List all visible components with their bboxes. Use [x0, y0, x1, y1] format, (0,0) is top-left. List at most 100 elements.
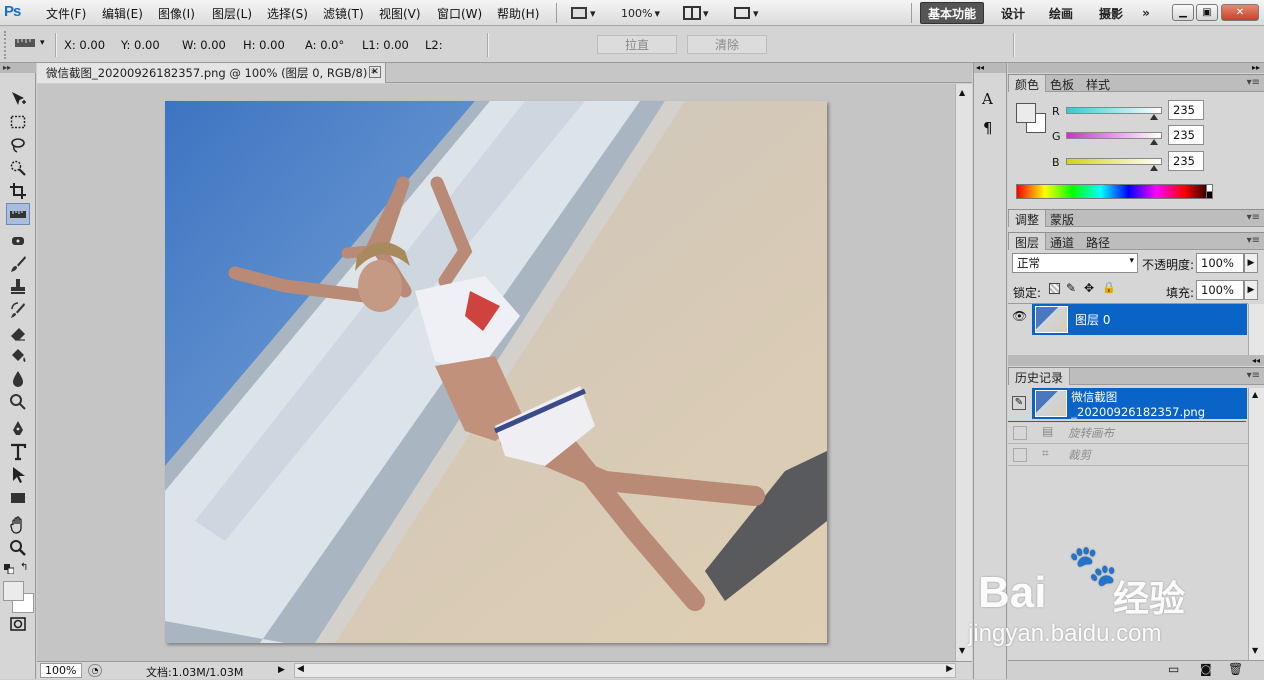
more-workspaces-button[interactable]: » [1136, 2, 1156, 24]
marquee-tool[interactable] [6, 111, 30, 133]
document-canvas[interactable] [165, 101, 827, 643]
scroll-right-icon[interactable]: ▶ [946, 664, 953, 674]
channel-value-input[interactable]: 235 [1168, 125, 1204, 145]
default-colors-button[interactable] [4, 563, 15, 575]
adjust-panel-menu-icon[interactable]: ▾≡ [1247, 212, 1260, 223]
lock-transparency-icon[interactable] [1049, 283, 1060, 294]
document-tab[interactable]: 微信截图_20200926182357.png @ 100% (图层 0, RG… [37, 63, 386, 83]
scroll-down-icon[interactable]: ▼ [959, 646, 965, 655]
lock-all-icon[interactable]: 🔒 [1102, 281, 1116, 294]
close-button[interactable]: ✕ [1221, 4, 1259, 21]
view-extras-button[interactable]: ▾ [683, 4, 709, 22]
tab-paths[interactable]: 路径 [1080, 233, 1116, 250]
color-panel-menu-icon[interactable]: ▾≡ [1247, 77, 1260, 88]
swap-colors-button[interactable]: ↰ [20, 563, 32, 573]
history-brush-tool[interactable] [6, 299, 30, 321]
ruler-tool[interactable] [6, 203, 30, 225]
tab-color[interactable]: 颜色 [1008, 75, 1047, 92]
tab-history[interactable]: 历史记录 [1008, 368, 1071, 385]
trash-icon[interactable]: 🗑 [1228, 662, 1243, 676]
move-tool[interactable] [6, 88, 30, 110]
menu-help[interactable]: 帮助(H) [497, 5, 539, 22]
workspace-photography[interactable]: 摄影 [1094, 2, 1128, 24]
canvas-area[interactable] [37, 84, 955, 661]
brush-tool[interactable] [6, 253, 30, 275]
menu-file[interactable]: 文件(F) [46, 5, 86, 22]
scroll-up-icon[interactable]: ▲ [959, 88, 965, 97]
history-brush-source-icon[interactable]: ✎ [1012, 396, 1026, 410]
channel-slider-track[interactable] [1066, 107, 1162, 114]
menu-layer[interactable]: 图层(L) [212, 5, 252, 22]
shape-tool[interactable] [6, 487, 30, 509]
lasso-tool[interactable] [6, 134, 30, 156]
clear-button[interactable]: 清除 [687, 35, 767, 54]
blend-mode-select[interactable]: 正常 ▾ [1012, 253, 1138, 273]
black-white-swatch[interactable] [1206, 184, 1213, 199]
maximize-button[interactable]: ▣ [1196, 4, 1218, 21]
opacity-input[interactable]: 100% [1196, 253, 1244, 273]
history-step-row[interactable]: ▤ 旋转画布 [1008, 422, 1248, 444]
quick-mask-button[interactable] [6, 613, 30, 635]
channel-slider-track[interactable] [1066, 132, 1162, 139]
menu-edit[interactable]: 编辑(E) [102, 5, 143, 22]
tools-collapse-button[interactable]: ▸▸ [0, 63, 36, 73]
color-spectrum-bar[interactable] [1016, 184, 1213, 199]
workspace-painting[interactable]: 绘画 [1044, 2, 1078, 24]
straighten-button[interactable]: 拉直 [597, 35, 677, 54]
paragraph-panel-icon[interactable]: ¶ [983, 119, 993, 137]
eraser-tool[interactable] [6, 322, 30, 344]
channel-slider-thumb[interactable] [1150, 114, 1159, 120]
scroll-up-icon[interactable]: ▲ [1252, 390, 1258, 399]
menu-window[interactable]: 窗口(W) [437, 5, 482, 22]
scroll-down-icon[interactable]: ▼ [1252, 646, 1258, 655]
menu-filter[interactable]: 滤镜(T) [323, 5, 364, 22]
type-tool[interactable] [6, 441, 30, 463]
tab-layers[interactable]: 图层 [1008, 233, 1047, 250]
tab-adjustments[interactable]: 调整 [1008, 210, 1047, 227]
layers-panel-menu-icon[interactable]: ▾≡ [1247, 235, 1260, 246]
lock-pixels-icon[interactable]: ✎ [1066, 281, 1076, 295]
arrange-documents-button[interactable]: ▾ [570, 4, 596, 22]
close-document-icon[interactable]: ✕ [369, 66, 381, 78]
menu-select[interactable]: 选择(S) [267, 5, 308, 22]
dodge-tool[interactable] [6, 391, 30, 413]
tool-preset-picker[interactable]: ▾ [14, 36, 45, 50]
menu-image[interactable]: 图像(I) [158, 5, 195, 22]
tab-swatches[interactable]: 色板 [1044, 75, 1080, 92]
horizontal-scrollbar[interactable]: ◀ ▶ [294, 663, 956, 678]
pen-tool[interactable] [6, 418, 30, 440]
layer-row[interactable]: 图层 0 [1032, 304, 1247, 335]
scroll-left-icon[interactable]: ◀ [297, 664, 304, 674]
clone-stamp-tool[interactable] [6, 276, 30, 298]
blur-tool[interactable] [6, 368, 30, 390]
workspace-design[interactable]: 设计 [996, 2, 1030, 24]
character-panel-icon[interactable]: A [982, 90, 993, 108]
zoom-tool[interactable] [6, 537, 30, 559]
paint-bucket-tool[interactable] [6, 345, 30, 367]
vertical-scrollbar[interactable]: ▲ ▼ [955, 84, 972, 661]
fill-input[interactable]: 100% [1196, 280, 1244, 300]
hand-tool[interactable] [6, 514, 30, 536]
new-document-from-state-icon[interactable]: ▭ [1168, 662, 1179, 676]
history-collapse-button[interactable]: ◂◂ [1008, 355, 1264, 366]
opacity-arrow-icon[interactable]: ▶ [1244, 253, 1258, 273]
crop-tool[interactable] [6, 180, 30, 202]
channel-value-input[interactable]: 235 [1168, 151, 1204, 171]
foreground-color-swatch[interactable] [3, 581, 24, 601]
strip-collapse-button[interactable]: ◂◂ [974, 63, 1006, 73]
channel-slider-track[interactable] [1066, 158, 1162, 165]
new-snapshot-icon[interactable]: ◙ [1200, 662, 1212, 676]
status-menu-arrow-icon[interactable]: ▶ [278, 663, 290, 678]
panel-foreground-swatch[interactable] [1016, 103, 1036, 123]
tab-channels[interactable]: 通道 [1044, 233, 1080, 250]
zoom-level-select[interactable]: 100% ▾ [621, 4, 660, 22]
fill-arrow-icon[interactable]: ▶ [1244, 280, 1258, 300]
tab-styles[interactable]: 样式 [1080, 75, 1116, 92]
history-checkbox[interactable] [1013, 426, 1027, 440]
tab-masks[interactable]: 蒙版 [1044, 210, 1080, 227]
minimize-button[interactable]: ▁ [1172, 4, 1194, 21]
quick-selection-tool[interactable] [6, 157, 30, 179]
channel-slider-thumb[interactable] [1150, 139, 1159, 145]
status-info-icon[interactable]: ◔ [88, 664, 102, 677]
history-panel-menu-icon[interactable]: ▾≡ [1247, 370, 1260, 381]
